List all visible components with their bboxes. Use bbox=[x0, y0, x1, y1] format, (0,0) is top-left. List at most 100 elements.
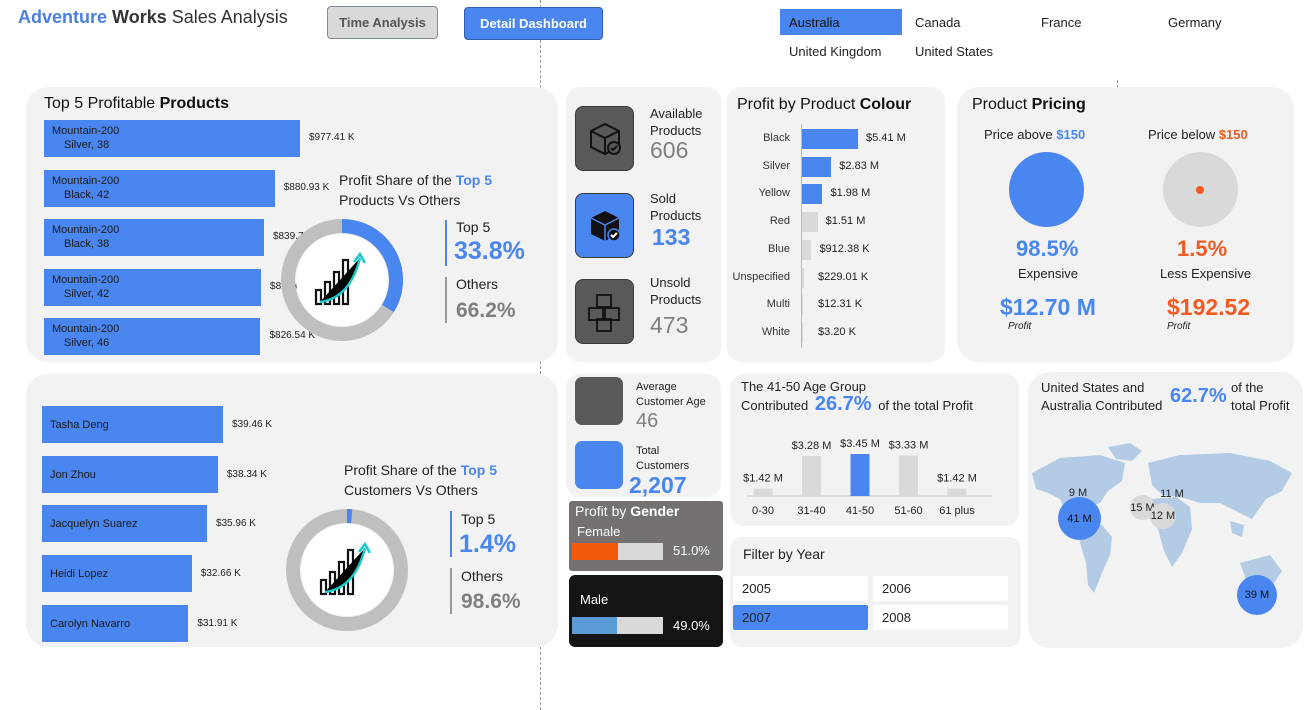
expensive-profit: $12.70 M bbox=[1000, 294, 1096, 320]
age-category-label: 61 plus bbox=[939, 505, 975, 517]
year-2006-button[interactable]: 2006 bbox=[873, 576, 1008, 601]
year-2007-button[interactable]: 2007 bbox=[733, 605, 868, 630]
avg-age-label: Average Customer Age bbox=[636, 381, 706, 408]
age-bar bbox=[850, 454, 870, 496]
product-bar-value: $880.93 K bbox=[283, 181, 330, 193]
colour-bar bbox=[802, 267, 805, 288]
customer-top-value: 1.4% bbox=[459, 530, 516, 558]
age-category-label: 41-50 bbox=[846, 505, 874, 517]
customer-share-donut bbox=[286, 509, 408, 631]
product-share-donut bbox=[281, 219, 403, 341]
colour-bar bbox=[802, 156, 832, 177]
age-category-label: 51-60 bbox=[894, 505, 922, 517]
colour-bar bbox=[802, 129, 858, 149]
brand-part-1: Adventure bbox=[18, 7, 108, 27]
age-bar-label: $3.45 M bbox=[840, 438, 880, 450]
colour-value: $3.20 K bbox=[818, 325, 856, 338]
app-title: Adventure Works Sales Analysis bbox=[18, 7, 288, 28]
customer-others-label: Others bbox=[461, 568, 504, 584]
colour-label: Multi bbox=[766, 298, 790, 311]
colour-label: Blue bbox=[767, 242, 790, 255]
available-products-value: 606 bbox=[650, 137, 689, 163]
male-value: 49.0% bbox=[673, 618, 710, 633]
geo-heading: United States and Australia Contributed bbox=[1041, 380, 1163, 413]
age-bar bbox=[947, 488, 967, 496]
year-2008-button[interactable]: 2008 bbox=[873, 605, 1008, 630]
colour-label: White bbox=[761, 325, 790, 338]
product-bar-value: $977.41 K bbox=[309, 132, 355, 143]
customer-others-divider bbox=[450, 568, 452, 614]
geo-pct: 62.7% bbox=[1170, 385, 1227, 407]
country-germany[interactable]: Germany bbox=[1159, 9, 1279, 35]
expensive-circle bbox=[1009, 152, 1084, 227]
country-france[interactable]: France bbox=[1032, 9, 1152, 35]
colour-value: $1.51 M bbox=[825, 215, 866, 228]
age-bar bbox=[802, 456, 821, 496]
colour-label: Unspecified bbox=[732, 270, 790, 283]
expensive-profit-caption: Profit bbox=[1008, 321, 1032, 332]
sold-products-icon bbox=[575, 193, 634, 258]
colour-value: $1.98 M bbox=[830, 187, 871, 200]
less-expensive-profit-caption: Profit bbox=[1167, 321, 1191, 332]
country-united-kingdom[interactable]: United Kingdom bbox=[780, 38, 902, 64]
age-bar bbox=[753, 488, 773, 496]
total-customers-value: 2,207 bbox=[629, 472, 687, 498]
colour-bar bbox=[802, 212, 818, 233]
colour-bar bbox=[802, 184, 823, 205]
age-bar-chart: $1.42 M 0-30 $3.28 M 31-40 $3.45 M 41-50 $3.33… bbox=[743, 438, 992, 517]
colour-value: $12.31 K bbox=[818, 298, 863, 311]
product-others-value: 66.2% bbox=[456, 299, 516, 322]
pricing-title: Product Pricing bbox=[972, 96, 1086, 113]
country-canada[interactable]: Canada bbox=[906, 9, 1026, 35]
available-products-label: Available Products bbox=[650, 106, 703, 138]
age-bar-label: $1.42 M bbox=[743, 473, 783, 485]
year-2005-button[interactable]: 2005 bbox=[733, 576, 868, 601]
age-bar-label: $3.33 M bbox=[889, 439, 929, 451]
customer-bar-value: $39.46 K bbox=[232, 419, 273, 430]
product-bar: Mountain-200 Black, 38 bbox=[44, 219, 264, 256]
detail-dashboard-button[interactable]: Detail Dashboard bbox=[464, 7, 603, 40]
country-australia[interactable]: Australia bbox=[780, 9, 902, 35]
product-bar: Mountain-200 Silver, 42 bbox=[44, 268, 262, 306]
colour-label: Red bbox=[769, 215, 790, 228]
age-bar-label: $1.42 M bbox=[937, 473, 977, 485]
customer-bar: Jacquelyn Suarez bbox=[42, 505, 207, 543]
colour-label: Silver bbox=[762, 159, 790, 172]
customer-bar-value: $32.66 K bbox=[200, 568, 241, 580]
product-top-label: Top 5 bbox=[456, 219, 491, 235]
female-value: 51.0% bbox=[673, 543, 710, 558]
age-category-label: 0-30 bbox=[752, 505, 774, 517]
map-bubble-12m: 12 M bbox=[1150, 503, 1176, 529]
colour-bar bbox=[802, 295, 803, 316]
age-heading-line2: Contributed 26.7% of the total Profit bbox=[741, 393, 973, 415]
sold-products-label: Sold Products bbox=[650, 191, 702, 223]
year-filter-title: Filter by Year bbox=[743, 546, 825, 562]
price-above-label: Price above $150 bbox=[984, 127, 1086, 142]
colour-label: Black bbox=[763, 132, 790, 144]
colour-title: Profit by Product Colour bbox=[737, 96, 912, 113]
gender-title: Profit by Gender bbox=[575, 503, 680, 519]
brand-part-2: Works bbox=[112, 7, 167, 27]
expensive-label: Expensive bbox=[1018, 266, 1078, 281]
customer-bar-value: $35.96 K bbox=[215, 518, 256, 530]
country-united-states[interactable]: United States bbox=[906, 38, 1026, 64]
product-bar: Mountain-200 Black, 42 bbox=[44, 169, 275, 207]
less-expensive-dot bbox=[1196, 186, 1204, 194]
product-others-divider bbox=[445, 277, 447, 323]
colour-bar bbox=[802, 322, 803, 343]
less-expensive-pct: 1.5% bbox=[1177, 236, 1228, 261]
available-products-icon bbox=[575, 106, 634, 171]
female-bar-fill bbox=[572, 543, 619, 560]
unsold-products-icon bbox=[575, 279, 634, 344]
map-bubble-39m: 39 M bbox=[1237, 575, 1277, 615]
colour-value: $2.83 M bbox=[839, 159, 880, 172]
colour-label: Yellow bbox=[758, 187, 790, 200]
unsold-products-value: 473 bbox=[650, 312, 689, 338]
less-expensive-label: Less Expensive bbox=[1160, 266, 1252, 281]
time-analysis-button[interactable]: Time Analysis bbox=[327, 6, 438, 39]
product-top-value: 33.8% bbox=[454, 237, 525, 265]
gender-male-panel bbox=[569, 575, 723, 647]
customer-bar-value: $38.34 K bbox=[226, 468, 267, 480]
customer-top-label: Top 5 bbox=[461, 511, 496, 527]
unsold-products-label: Unsold Products bbox=[650, 275, 702, 307]
